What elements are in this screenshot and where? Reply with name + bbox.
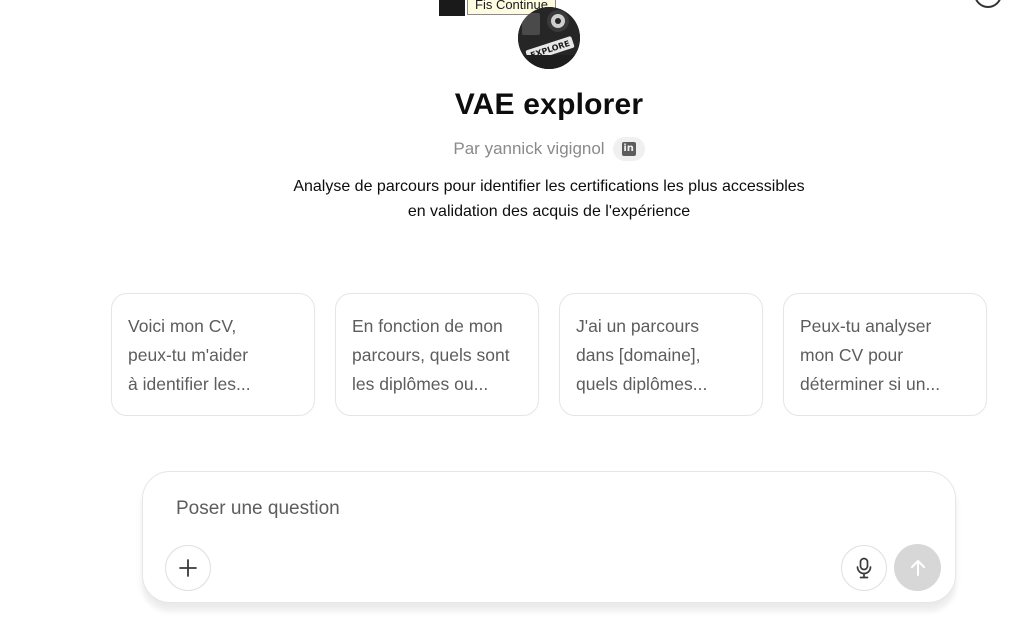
suggestion-text: mon CV pour xyxy=(800,345,904,365)
linkedin-link[interactable]: in xyxy=(612,137,645,161)
author-text: Par yannick vigignol xyxy=(453,139,605,158)
send-button[interactable] xyxy=(894,544,941,591)
linkedin-icon: in xyxy=(621,142,636,156)
suggestion-text: déterminer si un... xyxy=(800,374,941,394)
explore-logo-image: EXPLORE xyxy=(518,7,580,69)
description-line: Analyse de parcours pour identifier les … xyxy=(293,178,805,195)
profile-button[interactable] xyxy=(974,0,1002,8)
suggestion-text: dans [domaine], xyxy=(576,345,701,365)
gpt-description: Analyse de parcours pour identifier les … xyxy=(0,174,1024,224)
prompt-input[interactable]: Poser une question xyxy=(176,498,340,520)
gpt-title: VAE explorer xyxy=(454,88,644,121)
suggestion-text: J'ai un parcours xyxy=(576,316,699,336)
suggestion-card[interactable]: Voici mon CV, peux-tu m'aider à identifi… xyxy=(111,293,315,416)
top-dark-chip xyxy=(439,0,465,16)
suggestion-card[interactable]: En fonction de mon parcours, quels sont … xyxy=(335,293,539,416)
suggestion-card[interactable]: J'ai un parcours dans [domaine], quels d… xyxy=(559,293,763,416)
suggestion-card[interactable]: Peux-tu analyser mon CV pour déterminer … xyxy=(783,293,987,416)
suggestion-text: Voici mon CV, xyxy=(128,316,237,336)
plus-icon xyxy=(179,559,197,577)
suggestion-text: quels diplômes... xyxy=(576,374,708,394)
suggestion-text: En fonction de mon xyxy=(352,316,503,336)
suggestion-text: Peux-tu analyser xyxy=(800,316,932,336)
suggestion-text: les diplômes ou... xyxy=(352,374,489,394)
suggestion-text: parcours, quels sont xyxy=(352,345,510,365)
description-line: en validation des acquis de l'expérience xyxy=(407,203,691,220)
microphone-icon xyxy=(856,557,872,579)
voice-input-button[interactable] xyxy=(841,545,887,591)
suggestion-text: à identifier les... xyxy=(128,374,251,394)
gpt-avatar: EXPLORE xyxy=(518,7,580,69)
message-composer: Poser une question xyxy=(142,471,956,603)
attach-button[interactable] xyxy=(165,545,211,591)
suggestion-text: peux-tu m'aider xyxy=(128,345,249,365)
arrow-up-icon xyxy=(910,559,925,576)
suggestion-cards: Voici mon CV, peux-tu m'aider à identifi… xyxy=(111,293,987,416)
gpt-byline: Par yannick vigignol in xyxy=(0,137,1024,161)
